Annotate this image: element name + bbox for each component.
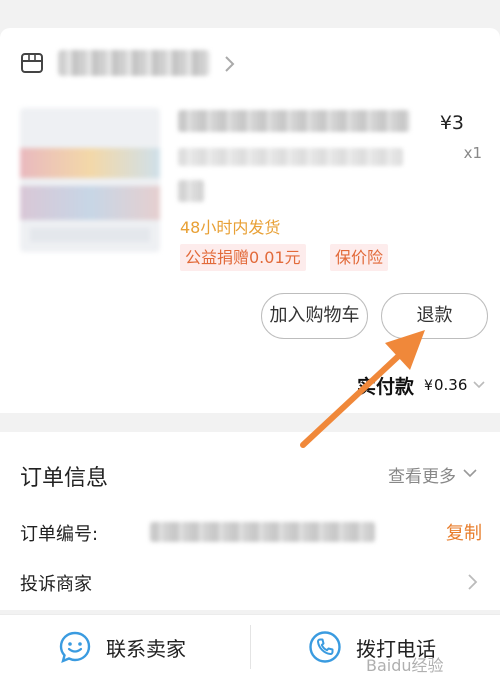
complain-seller-item[interactable]: 投诉商家 [20, 570, 92, 596]
order-number-obscured [150, 522, 375, 542]
shipping-tag: 48小时内发货 [180, 218, 281, 237]
add-to-cart-button[interactable]: 加入购物车 [261, 293, 368, 339]
chat-bubble-icon [59, 631, 91, 664]
chevron-right-icon[interactable] [466, 572, 480, 592]
order-item-card: ¥3 x1 48小时内发货 公益捐赠0.01元 保价险 加入购物车 退款 实付款… [0, 28, 500, 413]
chevron-down-icon[interactable] [472, 378, 486, 392]
paid-currency: ¥ [424, 378, 433, 394]
phone-icon [309, 631, 341, 663]
shop-name-obscured[interactable] [58, 50, 210, 76]
watermark-text: Baidu经验 [366, 656, 444, 675]
order-info-section: 订单信息 查看更多 订单编号: 复制 投诉商家 [0, 432, 500, 610]
product-spec-obscured [178, 148, 403, 166]
divider [250, 625, 251, 669]
product-price: ¥3 [439, 112, 464, 134]
section-title: 订单信息 [20, 466, 109, 491]
product-title-obscured[interactable] [178, 110, 410, 132]
paid-amount-value: 0.36 [434, 376, 468, 394]
store-icon [21, 53, 43, 73]
charity-tag: 公益捐赠0.01元 [180, 244, 306, 271]
contact-seller-label: 联系卖家 [106, 636, 186, 661]
chevron-right-icon[interactable] [220, 52, 240, 76]
product-spec-obscured [178, 180, 204, 202]
refund-button[interactable]: 退款 [381, 293, 488, 339]
order-number-label: 订单编号: [20, 524, 99, 545]
contact-seller-button[interactable]: 联系卖家 [58, 629, 186, 665]
price-protection-tag: 保价险 [330, 244, 389, 271]
chevron-down-icon[interactable] [462, 465, 478, 481]
copy-button[interactable]: 复制 [446, 519, 482, 545]
paid-amount-label: 实付款 [357, 376, 415, 398]
view-more-link[interactable]: 查看更多 [388, 462, 456, 487]
product-quantity: x1 [463, 144, 482, 162]
product-thumbnail[interactable] [20, 108, 160, 252]
